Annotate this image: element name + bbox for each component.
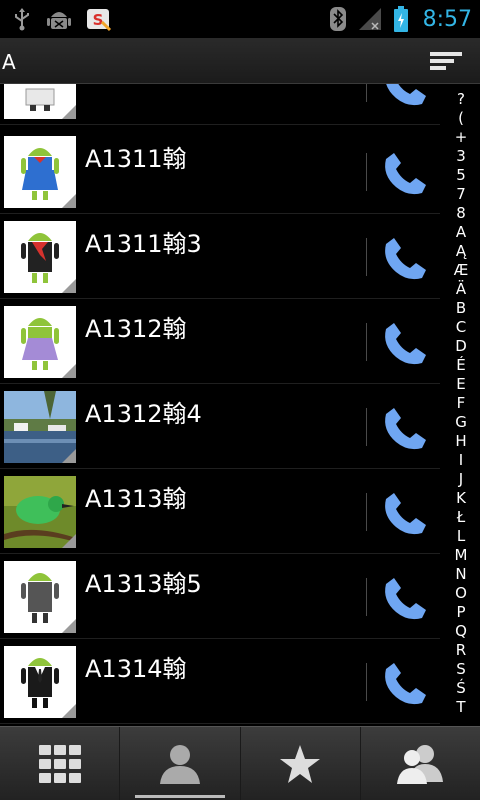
bottom-tab-bar (0, 726, 480, 800)
alphabet-index-letter[interactable]: P (442, 603, 480, 622)
call-icon[interactable] (374, 84, 436, 112)
alphabet-index-letter[interactable]: O (442, 584, 480, 603)
contact-row[interactable]: A1313翰5 (0, 554, 440, 639)
call-icon[interactable] (374, 315, 436, 371)
call-icon[interactable] (374, 570, 436, 626)
contact-name: A1313翰5 (85, 570, 202, 598)
usb-icon (15, 8, 29, 31)
contact-name: A1311翰3 (85, 230, 202, 258)
call-icon[interactable] (374, 400, 436, 456)
contact-avatar[interactable] (4, 221, 76, 293)
alphabet-index-letter[interactable]: H (442, 432, 480, 451)
contact-name: A1313翰 (85, 485, 187, 513)
contact-row[interactable] (0, 84, 440, 125)
clock-time: 8:57 (422, 6, 472, 32)
dialpad-icon (38, 744, 81, 783)
alphabet-index-letter[interactable]: 8 (442, 204, 480, 223)
call-icon[interactable] (374, 230, 436, 286)
row-divider (366, 84, 367, 102)
call-icon[interactable] (374, 145, 436, 201)
tab-groups[interactable] (361, 727, 480, 800)
alphabet-index-letter[interactable]: A (442, 223, 480, 242)
favorites-star-icon (280, 744, 321, 783)
header-bar: A (0, 38, 480, 84)
svg-text:S: S (93, 11, 104, 29)
alphabet-index-letter[interactable]: 5 (442, 166, 480, 185)
contact-row[interactable]: A1313翰 (0, 469, 440, 554)
alphabet-index-letter[interactable]: M (442, 546, 480, 565)
alphabet-index-letter[interactable]: K (442, 489, 480, 508)
app-notification-icon: S (87, 9, 112, 32)
alphabet-index-letter[interactable]: Q (442, 622, 480, 641)
alphabet-index-letter[interactable]: N (442, 565, 480, 584)
tab-dialer[interactable] (0, 727, 121, 800)
battery-charging-icon (393, 6, 408, 32)
alphabet-index-letter[interactable]: R (442, 641, 480, 660)
alphabet-index-letter[interactable]: Ä (442, 280, 480, 299)
alphabet-index-letter[interactable]: Æ (442, 261, 480, 280)
contact-avatar[interactable] (4, 391, 76, 463)
alphabet-index-letter[interactable]: D (442, 337, 480, 356)
contact-row[interactable]: A1311翰3 (0, 214, 440, 299)
contact-list[interactable]: A1311翰 A1311翰3 A1312翰 A1312翰4 A1313翰 A13… (0, 84, 440, 724)
bluetooth-icon (329, 7, 346, 31)
contact-name: A1314翰 (85, 655, 187, 683)
call-icon[interactable] (374, 655, 436, 711)
row-divider (366, 493, 367, 531)
status-bar: S 8:57 (0, 0, 480, 38)
contact-row[interactable]: A1312翰4 (0, 384, 440, 469)
alphabet-index-letter[interactable]: + (442, 128, 480, 147)
alphabet-index-letter[interactable]: J (442, 470, 480, 489)
row-divider (366, 408, 367, 446)
alphabet-index-letter[interactable]: É (442, 356, 480, 375)
alphabet-index-letter[interactable]: S (442, 660, 480, 679)
alphabet-index-letter[interactable]: ? (442, 90, 480, 109)
alphabet-index-letter[interactable]: Ł (442, 508, 480, 527)
row-divider (366, 663, 367, 701)
row-divider (366, 578, 367, 616)
row-divider (366, 238, 367, 276)
alphabet-index-letter[interactable]: F (442, 394, 480, 413)
contact-row[interactable]: A1311翰 (0, 129, 440, 214)
alphabet-index-letter[interactable]: 7 (442, 185, 480, 204)
call-icon[interactable] (374, 485, 436, 541)
contact-name: A1312翰 (85, 315, 187, 343)
android-debug-icon (47, 12, 71, 29)
alphabet-index-letter[interactable]: B (442, 299, 480, 318)
header-title: A (2, 50, 16, 74)
tab-favorites[interactable] (241, 727, 361, 800)
contact-row[interactable]: A1312翰 (0, 299, 440, 384)
alphabet-index-letter[interactable]: T (442, 698, 480, 717)
alphabet-index-letter[interactable]: 3 (442, 147, 480, 166)
contact-row[interactable]: A1314翰 (0, 639, 440, 724)
alphabet-index-letter[interactable]: I (442, 451, 480, 470)
no-signal-icon (358, 8, 381, 30)
tab-contacts[interactable] (120, 727, 241, 800)
alphabet-index-letter[interactable]: ( (442, 109, 480, 128)
row-divider (366, 323, 367, 361)
groups-icon (397, 744, 444, 784)
contacts-icon (159, 744, 200, 784)
contact-avatar[interactable] (4, 84, 76, 119)
contact-name: A1312翰4 (85, 400, 202, 428)
contact-avatar[interactable] (4, 306, 76, 378)
alphabet-index-letter[interactable]: E (442, 375, 480, 394)
alphabet-index-letter[interactable]: Ą (442, 242, 480, 261)
contact-name: A1311翰 (85, 145, 187, 173)
contact-avatar[interactable] (4, 476, 76, 548)
alphabet-index[interactable]: ?(+3 5 7 8 A Ą Æ Ä B C D É E F G H I J K Ł L M N O P Q R S Ś T (442, 90, 480, 720)
alphabet-index-letter[interactable]: L (442, 527, 480, 546)
alphabet-index-letter[interactable]: Ś (442, 679, 480, 698)
alphabet-index-letter[interactable]: C (442, 318, 480, 337)
contact-avatar[interactable] (4, 136, 76, 208)
sort-menu-icon[interactable] (430, 50, 462, 72)
contact-avatar[interactable] (4, 646, 76, 718)
contact-avatar[interactable] (4, 561, 76, 633)
alphabet-index-letter[interactable]: G (442, 413, 480, 432)
row-divider (366, 153, 367, 191)
